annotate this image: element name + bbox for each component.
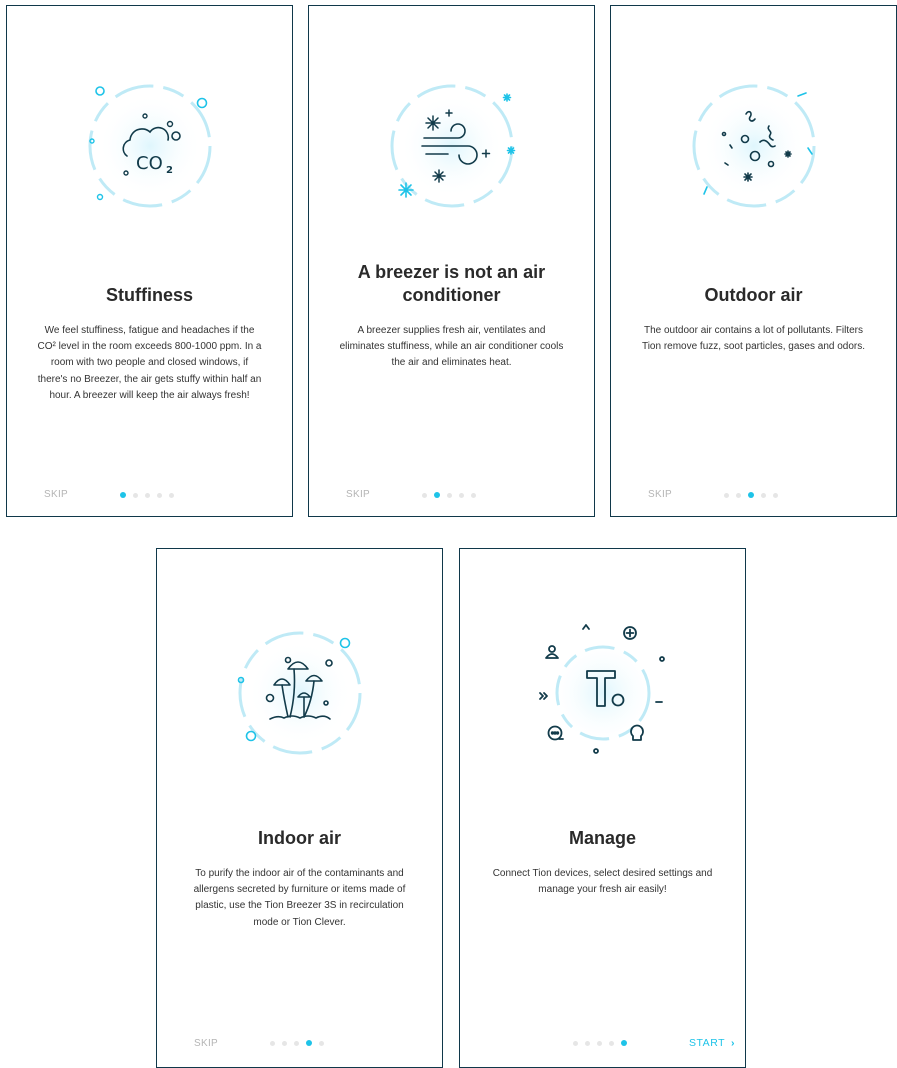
screen-title: A breezer is not an air conditioner xyxy=(357,262,546,305)
pollutants-icon xyxy=(684,76,824,216)
page-indicator xyxy=(422,492,476,498)
page-dot-4 xyxy=(609,1040,614,1046)
page-dot-2 xyxy=(736,492,741,498)
page-dot-5 xyxy=(773,492,778,498)
page-dot-4 xyxy=(157,492,162,498)
page-dot-2 xyxy=(434,492,440,498)
onboarding-card-manage: Manage Connect Tion devices, select desi… xyxy=(459,548,746,1068)
page-dot-3 xyxy=(294,1040,299,1046)
page-indicator xyxy=(270,1040,324,1046)
page-dot-2 xyxy=(282,1040,287,1046)
chevron-right-icon: › xyxy=(731,1037,735,1049)
page-dot-5 xyxy=(621,1040,627,1046)
page-dot-3 xyxy=(447,492,452,498)
skip-button[interactable]: SKIP xyxy=(648,489,672,500)
mushroom-mold-icon xyxy=(230,623,370,763)
skip-button[interactable]: SKIP xyxy=(194,1038,218,1049)
page-dot-1 xyxy=(120,492,126,498)
page-dot-4 xyxy=(761,492,766,498)
page-dot-5 xyxy=(169,492,174,498)
page-indicator xyxy=(724,492,778,498)
screen-description: A breezer supplies fresh air, ventilates… xyxy=(339,325,564,369)
co2-cloud-icon: CO 2 xyxy=(80,76,220,216)
page-dot-5 xyxy=(319,1040,324,1046)
page-dot-3 xyxy=(748,492,754,498)
page-dot-2 xyxy=(585,1040,590,1046)
page-dot-2 xyxy=(133,492,138,498)
page-dot-5 xyxy=(471,492,476,498)
page-dot-4 xyxy=(306,1040,312,1046)
start-label: START xyxy=(689,1037,725,1049)
page-dot-3 xyxy=(145,492,150,498)
skip-button[interactable]: SKIP xyxy=(346,489,370,500)
screen-title: Indoor air xyxy=(257,828,341,848)
screen-title: Manage xyxy=(568,828,637,848)
screen-title: Outdoor air xyxy=(704,285,803,305)
onboarding-card-breezer: A breezer is not an air conditioner A br… xyxy=(308,5,595,517)
screen-description: The outdoor air contains a lot of pollut… xyxy=(641,325,866,353)
page-dot-1 xyxy=(422,492,427,498)
wind-snowflake-icon xyxy=(382,76,522,216)
page-indicator xyxy=(120,492,174,498)
page-dot-1 xyxy=(724,492,729,498)
skip-button[interactable]: SKIP xyxy=(44,489,68,500)
screen-description: To purify the indoor air of the contamin… xyxy=(193,868,406,928)
screen-description: We feel stuffiness, fatigue and headache… xyxy=(37,325,262,401)
page-indicator xyxy=(573,1040,627,1046)
tion-logo-icon xyxy=(533,623,673,763)
start-button[interactable]: START › xyxy=(689,1037,735,1049)
page-dot-1 xyxy=(573,1040,578,1046)
screen-title: Stuffiness xyxy=(105,285,193,305)
screen-description: Connect Tion devices, select desired set… xyxy=(492,868,713,896)
page-dot-1 xyxy=(270,1040,275,1046)
page-dot-3 xyxy=(597,1040,602,1046)
onboarding-card-stuffiness: CO 2 Stuffiness We feel stuffiness, fati… xyxy=(6,5,293,517)
svg-text:2: 2 xyxy=(166,165,173,176)
onboarding-card-outdoor-air: Outdoor air The outdoor air contains a l… xyxy=(610,5,897,517)
onboarding-card-indoor-air: Indoor air To purify the indoor air of t… xyxy=(156,548,443,1068)
page-dot-4 xyxy=(459,492,464,498)
svg-text:CO: CO xyxy=(136,153,163,174)
